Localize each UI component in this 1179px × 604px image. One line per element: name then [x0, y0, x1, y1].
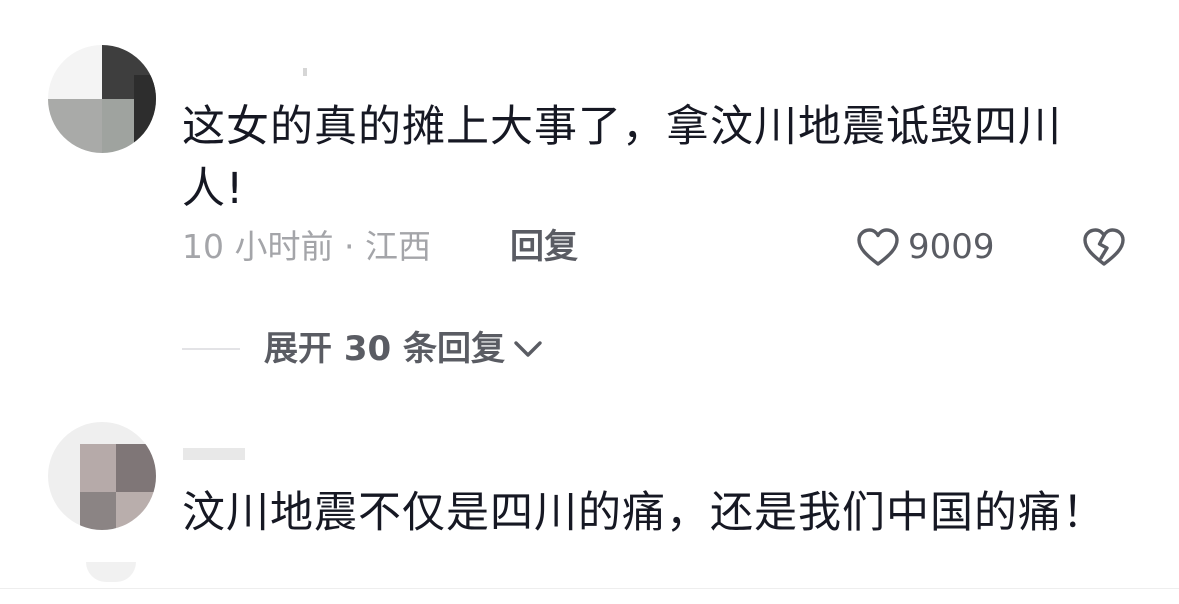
comment-meta-row: 10 小时前 · 江西 回复 9009	[182, 222, 1142, 272]
bottom-divider	[0, 588, 1179, 589]
chevron-down-icon	[514, 341, 542, 357]
comment-item: 这女的真的摊上大事了，拿汶川地震诋毁四川人! 10 小时前 · 江西 回复 90…	[0, 0, 1179, 400]
expand-replies-row: 展开 30 条回复	[182, 325, 702, 373]
like-button[interactable]: 9009	[856, 222, 995, 272]
dislike-button[interactable]	[1082, 222, 1126, 272]
comment-text: 汶川地震不仅是四川的痛，还是我们中国的痛！	[182, 488, 1106, 538]
broken-heart-icon	[1083, 228, 1125, 266]
expand-replies-label: 展开 30 条回复	[264, 329, 505, 369]
comment-time-location: 10 小时前 · 江西	[182, 227, 431, 266]
avatar[interactable]	[48, 422, 156, 530]
comment-text: 这女的真的摊上大事了，拿汶川地震诋毁四川人!	[182, 102, 1062, 214]
comment-item: 汶川地震不仅是四川的痛，还是我们中国的痛！	[0, 400, 1179, 604]
expand-replies-button[interactable]: 展开 30 条回复	[264, 325, 545, 373]
avatar[interactable]	[48, 45, 156, 153]
username-blurred[interactable]	[183, 62, 323, 84]
avatar-partial	[86, 562, 136, 582]
like-count: 9009	[908, 227, 995, 267]
reply-button[interactable]: 回复	[510, 222, 578, 272]
heart-outline-icon	[857, 228, 899, 266]
username-blurred[interactable]	[183, 440, 263, 462]
divider-line	[182, 348, 240, 350]
